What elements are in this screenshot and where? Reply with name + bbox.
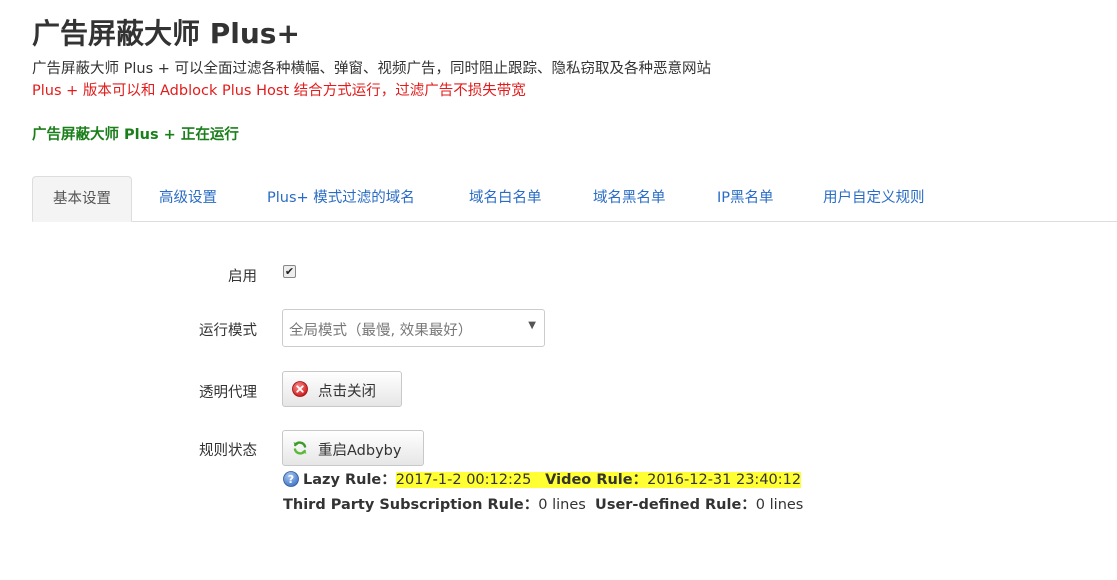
- user-defined-rule-label: User-defined Rule：: [595, 497, 756, 513]
- running-status: 广告屏蔽大师 Plus + 正在运行: [32, 127, 239, 143]
- tab-user-defined-rules[interactable]: 用户自定义规则: [823, 176, 925, 220]
- tab-domain-whitelist[interactable]: 域名白名单: [469, 176, 542, 220]
- run-mode-value: 全局模式（最慢, 效果最好）: [289, 323, 473, 339]
- restart-adbyby-button[interactable]: 重启Adbyby: [282, 430, 424, 466]
- enable-label: 启用: [228, 269, 257, 285]
- transparent-proxy-label: 透明代理: [199, 385, 257, 401]
- svg-text:?: ?: [288, 473, 294, 486]
- page-description: 广告屏蔽大师 Plus + 可以全面过滤各种横幅、弹窗、视频广告，同时阻止跟踪、…: [32, 61, 711, 77]
- enable-checkbox[interactable]: ✔: [283, 265, 296, 278]
- close-circle-icon: [292, 381, 308, 397]
- restart-adbyby-label: 重启Adbyby: [318, 443, 402, 459]
- version-note: Plus + 版本可以和 Adblock Plus Host 结合方式运行，过滤…: [32, 83, 526, 99]
- chevron-down-icon: ▼: [528, 320, 536, 331]
- tab-basic-settings[interactable]: 基本设置: [32, 176, 132, 222]
- third-party-rule-value: 0 lines: [538, 497, 586, 513]
- lazy-rule-value: 2017-1-2 00:12:25: [395, 472, 532, 488]
- refresh-icon: [293, 441, 307, 455]
- tab-bar: 基本设置 高级设置 Plus+ 模式过滤的域名 域名白名单 域名黑名单 IP黑名…: [32, 176, 1117, 222]
- help-icon[interactable]: ?: [283, 471, 299, 487]
- user-defined-rule-value: 0 lines: [755, 497, 804, 513]
- tab-domain-blacklist[interactable]: 域名黑名单: [593, 176, 666, 220]
- lazy-rule-label: Lazy Rule：: [303, 472, 396, 488]
- video-rule-label: Video Rule：: [545, 472, 648, 488]
- rule-status-line-1: ? Lazy Rule：2017-1-2 00:12:25 Video Rule…: [283, 468, 802, 490]
- third-party-rule-label: Third Party Subscription Rule：: [283, 497, 539, 513]
- page-title: 广告屏蔽大师 Plus+: [32, 17, 300, 50]
- run-mode-label: 运行模式: [199, 323, 257, 339]
- proxy-toggle-label: 点击关闭: [318, 384, 376, 400]
- tab-ip-blacklist[interactable]: IP黑名单: [717, 176, 774, 220]
- rule-status-line-2: Third Party Subscription Rule：0 lines Us…: [283, 493, 803, 514]
- tab-advanced-settings[interactable]: 高级设置: [159, 176, 217, 220]
- rules-status-label: 规则状态: [199, 443, 257, 459]
- proxy-toggle-button[interactable]: 点击关闭: [282, 371, 402, 407]
- run-mode-select[interactable]: 全局模式（最慢, 效果最好） ▼: [282, 309, 545, 347]
- video-rule-value: 2016-12-31 23:40:12: [647, 472, 802, 488]
- tab-plus-filter-domains[interactable]: Plus+ 模式过滤的域名: [267, 176, 415, 220]
